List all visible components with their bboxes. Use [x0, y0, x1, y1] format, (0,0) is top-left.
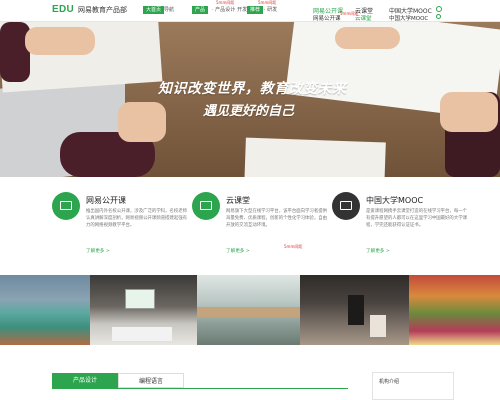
chat-icon [192, 192, 220, 220]
spacing-note: 5mm间距 [284, 244, 303, 249]
video-icon [52, 192, 80, 220]
about-panel: 机构介绍 [372, 372, 454, 400]
arm-graphic [0, 22, 30, 82]
tab-programming[interactable]: 编程语言 [118, 373, 184, 388]
search-icon[interactable] [436, 14, 441, 19]
recommend-chip[interactable]: 推荐 [247, 6, 264, 14]
product-name[interactable]: 网易公开课 [86, 195, 126, 206]
nav-open-course-alt[interactable]: 网易公开课 [313, 14, 341, 22]
hand-graphic [25, 27, 95, 55]
about-title: 机构介绍 [379, 379, 400, 385]
photo-classroom[interactable] [90, 275, 197, 345]
hero-banner: 知识改变世界，教育改变未来 遇见更好的自己 [0, 22, 500, 177]
spacing-note: 5mm间距 [258, 0, 277, 5]
product-chip[interactable]: 产品 [192, 6, 209, 14]
photo-office[interactable] [197, 275, 300, 345]
top-bar: EDU 网易教育产品部 大首页 导航 产品 · 产品设计 · 开发 推荐 · 研… [0, 0, 500, 22]
nav-mooc-alt[interactable]: 中国大学MOOC [389, 14, 428, 22]
paper-graphic [244, 137, 386, 177]
dept-title: 网易教育产品部 [78, 6, 127, 14]
menu-item[interactable]: · 开发 [234, 6, 247, 13]
product-desc: 是爱课程网携手云课堂打造的在线学习平台，每一个有提升愿望的人都可以在这里学习中国… [366, 209, 467, 228]
hero-title: 知识改变世界，教育改变未来 [158, 81, 347, 97]
learn-more-link[interactable]: 了解更多 > [366, 248, 390, 254]
hand-graphic [335, 27, 400, 49]
photo-strip [0, 275, 500, 345]
photo-studio[interactable] [300, 275, 409, 345]
hero-subtitle: 遇见更好的自己 [203, 104, 295, 119]
photo-gym[interactable] [0, 275, 90, 345]
product-name[interactable]: 云课堂 [226, 195, 250, 206]
product-card-study: 云课堂 网易旗下大型在线学习平台，该平台面向学习者提供海量免费、优质课程，创新的… [192, 192, 332, 262]
learn-more-link[interactable]: 了解更多 > [226, 248, 250, 254]
product-name[interactable]: 中国大学MOOC [366, 195, 423, 206]
hand-graphic [118, 102, 166, 142]
home-sub-label: 导航 [164, 7, 175, 13]
monitor-icon [332, 192, 360, 220]
tab-product-design[interactable]: 产品设计 [52, 373, 118, 388]
menu-item[interactable]: · 产品设计 [212, 6, 235, 13]
edu-logo[interactable]: EDU [52, 4, 74, 15]
product-desc: 网易旗下大型在线学习平台，该平台面向学习者提供海量免费、优质课程，创新的个性化学… [226, 209, 327, 228]
photo-books[interactable] [409, 275, 500, 345]
product-card-mooc: 中国大学MOOC 是爱课程网携手云课堂打造的在线学习平台，每一个有提升愿望的人都… [332, 192, 472, 262]
menu-item[interactable]: · 研发 [264, 6, 277, 13]
product-desc: 推出国内外名校公开课，涉及广泛的学科，名校老师认真讲解深度剖析，网易视频公开课频… [86, 209, 187, 228]
learn-more-link[interactable]: 了解更多 > [86, 248, 110, 254]
home-chip[interactable]: 大首页 [143, 6, 165, 14]
page: EDU 网易教育产品部 大首页 导航 产品 · 产品设计 · 开发 推荐 · 研… [0, 0, 500, 400]
product-card-open-course: 网易公开课 推出国内外名校公开课，涉及广泛的学科，名校老师认真讲解深度剖析，网易… [52, 192, 192, 262]
tab-underline [52, 388, 348, 389]
search-icon[interactable] [436, 6, 442, 12]
hand-graphic [440, 92, 498, 132]
spacing-note: 5mm间距 [216, 0, 235, 5]
spacing-note: 5mm间距 [340, 11, 359, 16]
